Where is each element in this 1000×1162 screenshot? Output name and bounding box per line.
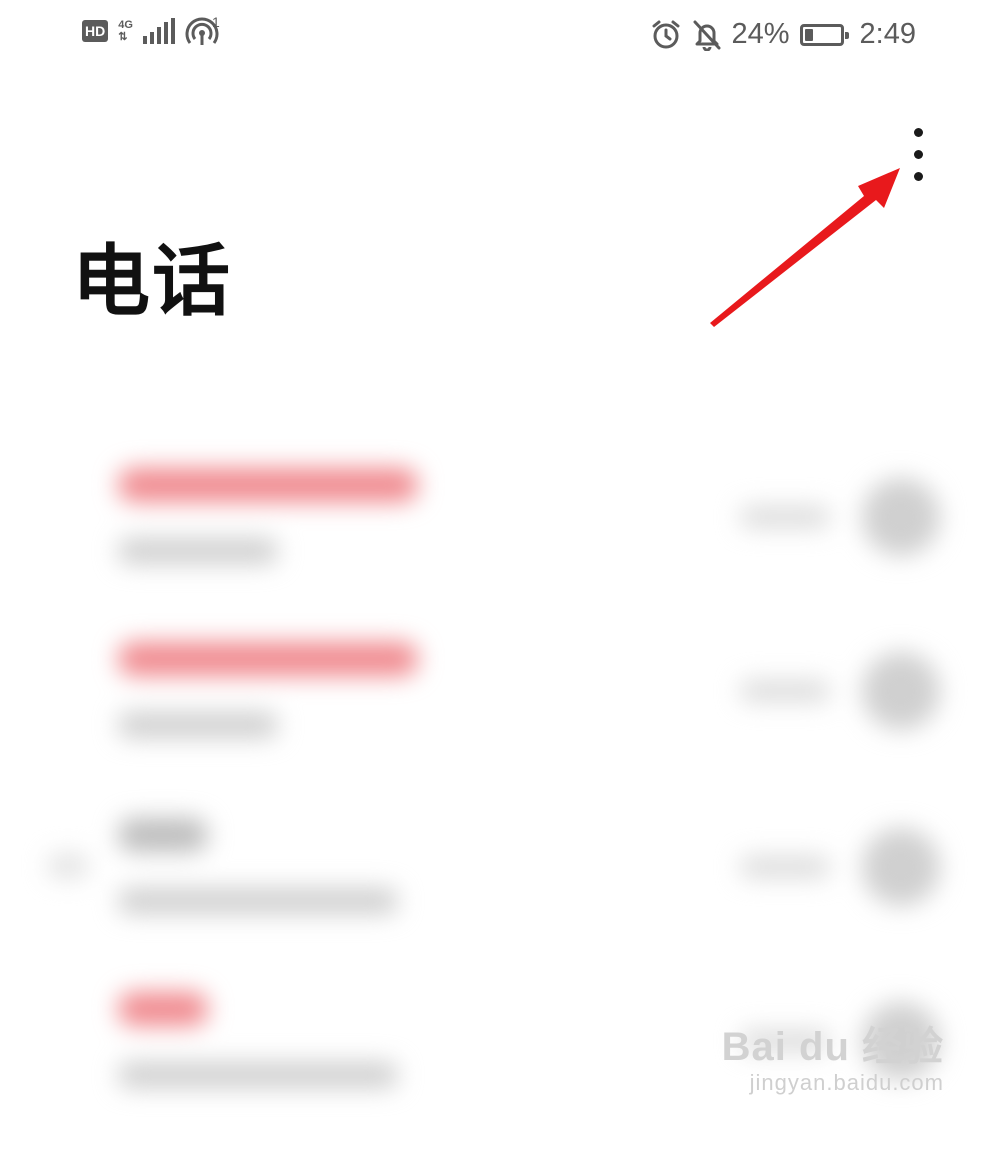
more-vertical-icon (913, 127, 923, 137)
call-log-list (0, 380, 1000, 1118)
contact-name (118, 992, 208, 1026)
contact-name (118, 468, 418, 502)
call-time (740, 1030, 830, 1052)
page-title: 电话 (72, 237, 233, 327)
call-details (118, 888, 398, 914)
battery-icon (799, 23, 849, 46)
call-time (740, 680, 830, 702)
call-time (740, 506, 830, 528)
alarm-icon (652, 20, 679, 48)
battery-percent: 24% (731, 18, 790, 50)
info-icon[interactable] (862, 828, 940, 906)
clock: 2:49 (859, 18, 916, 50)
data-arrows-icon: ⇅ (118, 31, 128, 43)
status-right-group: 24% 2:49 (650, 18, 916, 51)
call-log-item[interactable] (0, 468, 1000, 638)
bell-off-icon (693, 20, 720, 51)
info-icon[interactable] (862, 1002, 940, 1080)
call-log-item[interactable] (0, 642, 1000, 812)
call-time (740, 856, 830, 878)
call-log-item[interactable] (0, 992, 1000, 1162)
hotspot-count: 1 (212, 14, 220, 30)
status-bar: HD 4G ⇅ 1 24% 2:49 (0, 0, 1000, 80)
more-options-button[interactable] (898, 118, 938, 190)
call-details (118, 538, 278, 564)
network-type-icon: 4G ⇅ (118, 19, 133, 43)
call-details (118, 1062, 398, 1088)
contact-name (118, 818, 208, 852)
info-icon[interactable] (862, 478, 940, 556)
call-log-item[interactable] (0, 818, 1000, 988)
battery-level-fill (804, 28, 813, 41)
contact-name (118, 642, 418, 676)
call-type-icon (48, 854, 88, 878)
info-icon[interactable] (862, 652, 940, 730)
call-details (118, 712, 278, 738)
signal-icon (142, 18, 175, 44)
hd-icon: HD (82, 20, 109, 42)
status-left-group: HD 4G ⇅ (82, 16, 219, 46)
network-type-label: 4G (118, 19, 133, 31)
